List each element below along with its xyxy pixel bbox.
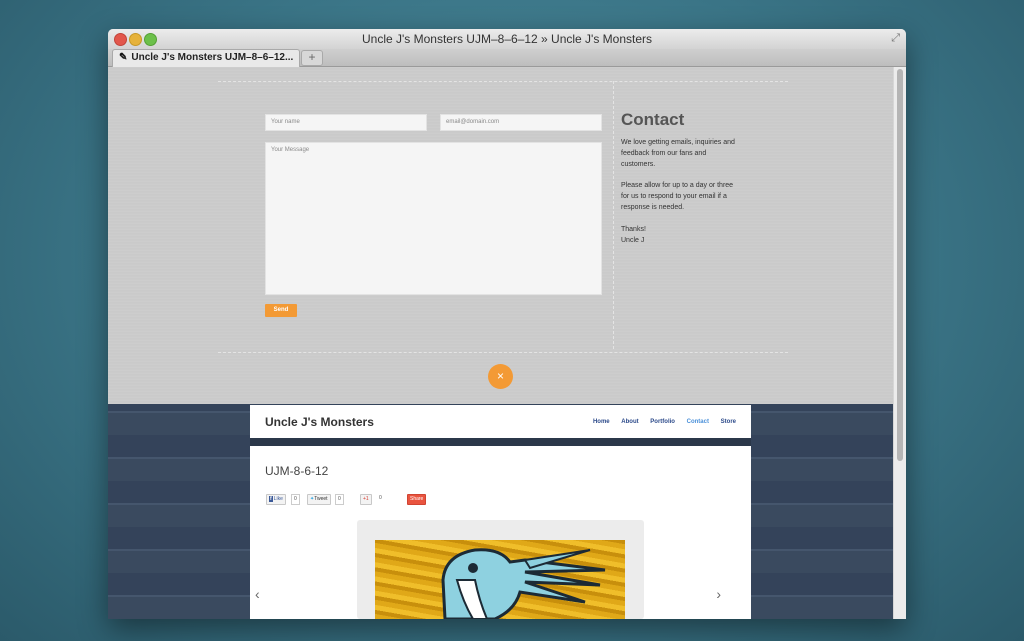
nav-item-about[interactable]: About [621,419,638,425]
divider [218,352,788,353]
plusone-count: 0 [379,495,382,501]
monster-artwork-image [375,540,625,619]
new-tab-button[interactable]: + [301,50,323,66]
browser-tab[interactable]: ✎ Uncle J's Monsters UJM–8–6–12... [112,49,300,67]
title-bar: Uncle J's Monsters UJM–8–6–12 » Uncle J'… [108,29,906,49]
google-plus-button[interactable]: +1 [360,494,372,505]
tweet-button[interactable]: ✦Tweet [307,494,331,505]
site-header: Uncle J's Monsters Home About Portfolio … [250,405,751,438]
post-title: UJM-8-6-12 [265,464,329,478]
header-strip [250,438,751,446]
facebook-like-button[interactable]: f Like [266,494,286,505]
message-textarea[interactable]: Your Message [265,142,602,295]
site-title[interactable]: Uncle J's Monsters [265,415,374,429]
close-panel-button[interactable]: × [488,364,513,389]
divider [218,81,788,82]
tab-label: Uncle J's Monsters UJM–8–6–12... [131,52,294,63]
share-button[interactable]: Share [407,494,427,505]
site-favicon-icon: ✎ [119,52,128,63]
next-arrow-icon[interactable]: › [716,586,721,602]
contact-paragraph: We love getting emails, inquiries and fe… [621,139,735,168]
vertical-scrollbar[interactable] [893,67,906,619]
email-field[interactable]: email@domain.com [440,114,602,131]
contact-panel: Your name email@domain.com Your Message … [108,67,894,404]
nav-item-contact[interactable]: Contact [687,419,709,425]
tweet-count: 0 [335,494,344,505]
fullscreen-icon[interactable]: ⤢ [891,32,900,45]
tab-bar: ✎ Uncle J's Monsters UJM–8–6–12... + [108,49,906,67]
post-content: UJM-8-6-12 fLike 0 ✦Tweet 0 +1 0 Share [250,446,751,619]
image-frame [357,520,644,619]
nav-item-store[interactable]: Store [721,419,736,425]
contact-thanks: Thanks! [621,226,646,233]
contact-heading: Contact [621,110,685,129]
divider [613,81,614,349]
browser-window: Uncle J's Monsters UJM–8–6–12 » Uncle J'… [108,29,906,619]
send-button[interactable]: Send [265,304,297,317]
contact-paragraph: Please allow for up to a day or three fo… [621,182,734,211]
scroll-thumb[interactable] [897,69,903,461]
main-nav: Home About Portfolio Contact Store [583,419,736,425]
nav-item-portfolio[interactable]: Portfolio [650,419,675,425]
window-title: Uncle J's Monsters UJM–8–6–12 » Uncle J'… [361,32,653,46]
previous-arrow-icon[interactable]: ‹ [255,586,260,602]
site-background: Uncle J's Monsters Home About Portfolio … [108,404,894,619]
contact-signature: Uncle J [621,237,645,244]
nav-item-home[interactable]: Home [593,419,610,425]
monster-illustration [441,548,606,619]
page-viewport: Your name email@domain.com Your Message … [108,67,894,619]
like-count: 0 [291,494,300,505]
name-field[interactable]: Your name [265,114,427,131]
